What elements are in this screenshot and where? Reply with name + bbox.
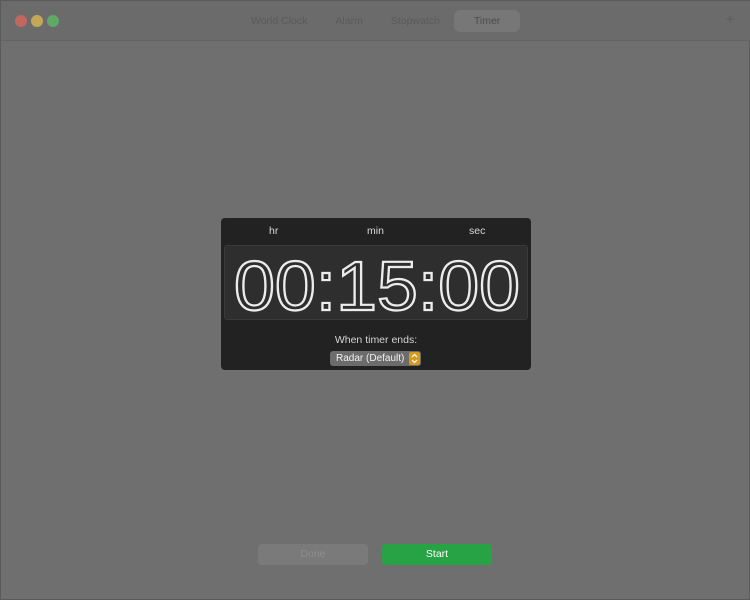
up-down-stepper-icon (409, 352, 420, 365)
tab-alarm[interactable]: Alarm (321, 10, 376, 32)
plus-icon[interactable]: + (723, 12, 737, 27)
tab-world-clock[interactable]: World Clock (237, 10, 321, 32)
when-timer-ends-label: When timer ends: (334, 334, 418, 346)
timer-duration-text: 00:15:00 (234, 247, 520, 321)
tab-timer[interactable]: Timer (453, 10, 521, 32)
timer-panel: hr min sec 00:15:00 When timer ends: Rad… (221, 218, 531, 370)
hours-unit-label: hr (269, 225, 279, 237)
timer-sound-value: Radar (Default) (336, 353, 405, 364)
minutes-unit-label: min (367, 225, 384, 237)
clock-app-window: World Clock Alarm Stopwatch Timer + hr m… (0, 0, 750, 600)
timer-sound-select[interactable]: Radar (Default) (330, 351, 421, 366)
tab-stopwatch[interactable]: Stopwatch (377, 10, 454, 32)
seconds-unit-label: sec (469, 225, 486, 237)
minimize-window-button[interactable] (31, 15, 43, 27)
start-button[interactable]: Start (382, 544, 492, 565)
tab-bar: World Clock Alarm Stopwatch Timer (237, 10, 521, 32)
close-window-button[interactable] (15, 15, 27, 27)
done-button[interactable]: Done (258, 544, 368, 565)
title-bar: World Clock Alarm Stopwatch Timer + (1, 1, 750, 41)
zoom-window-button[interactable] (47, 15, 59, 27)
timer-duration-display[interactable]: 00:15:00 (224, 245, 528, 321)
